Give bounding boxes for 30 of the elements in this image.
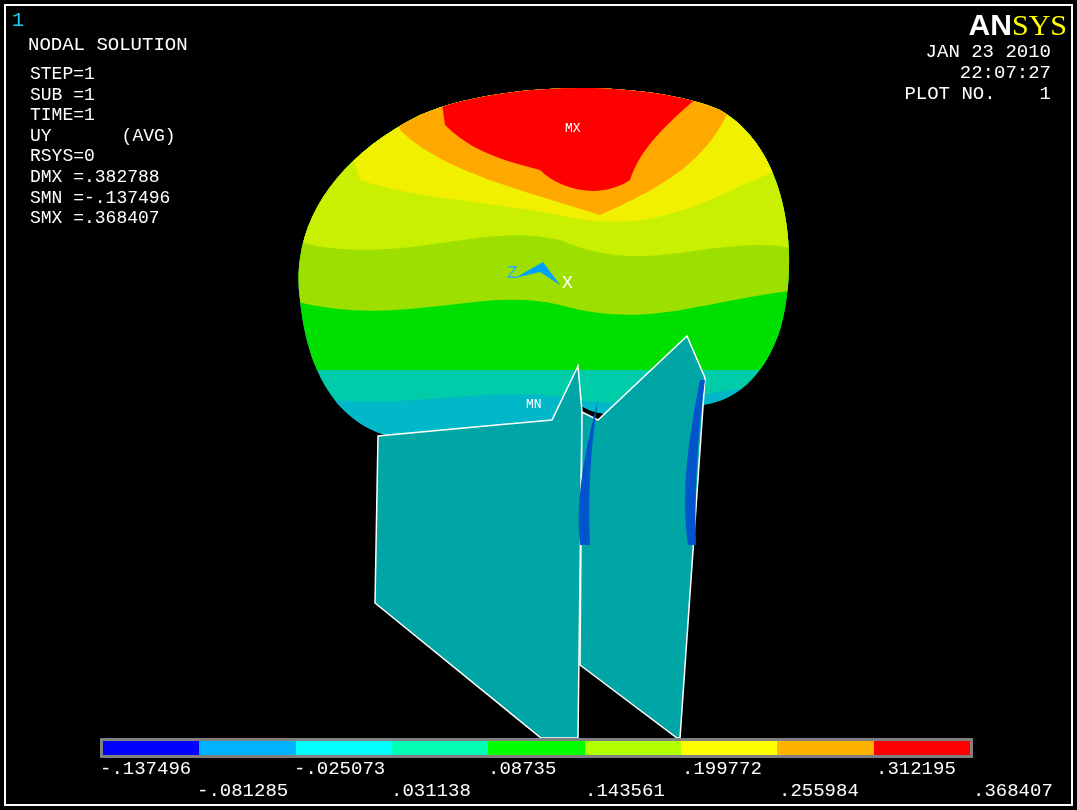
averaging-label: (AVG) bbox=[121, 125, 176, 147]
legend-value: -.137496 bbox=[100, 758, 192, 780]
step-info: TIME=1 bbox=[30, 105, 95, 126]
legend-value: .199772 bbox=[682, 758, 762, 780]
legend-value: .255984 bbox=[779, 780, 859, 802]
result-component: UY bbox=[30, 125, 52, 147]
plot-time: 22:07:27 bbox=[959, 63, 1051, 84]
axis-z-label: Z bbox=[507, 263, 518, 283]
axis-x-label: X bbox=[562, 273, 573, 293]
plot-number: 1 bbox=[1039, 84, 1051, 105]
plot-title: NODAL SOLUTION bbox=[28, 34, 188, 56]
plot-date: JAN 23 2010 bbox=[925, 42, 1051, 63]
legend-value: .368407 bbox=[973, 780, 1053, 802]
min-label: MN bbox=[526, 397, 542, 412]
legend-value: .08735 bbox=[488, 758, 557, 780]
legend-value: .312195 bbox=[876, 758, 956, 780]
window-number: 1 bbox=[12, 10, 24, 32]
step-info: SUB =1 bbox=[30, 84, 95, 106]
result-stat: SMX =.368407 bbox=[30, 208, 160, 229]
legend-value: .143561 bbox=[585, 780, 665, 802]
result-stat: DMX =.382788 bbox=[30, 166, 160, 188]
step-info: STEP=1 bbox=[30, 64, 95, 85]
max-label: MX bbox=[565, 121, 581, 136]
result-stat: RSYS=0 bbox=[30, 146, 95, 167]
result-stat: SMN =-.137496 bbox=[30, 187, 171, 209]
legend-value: .031138 bbox=[391, 780, 471, 802]
legend-value: -.025073 bbox=[294, 758, 386, 780]
legend-value: -.081285 bbox=[197, 780, 289, 802]
plot-number-label: PLOT NO. bbox=[904, 84, 996, 105]
logo: ANSYS bbox=[968, 10, 1067, 40]
